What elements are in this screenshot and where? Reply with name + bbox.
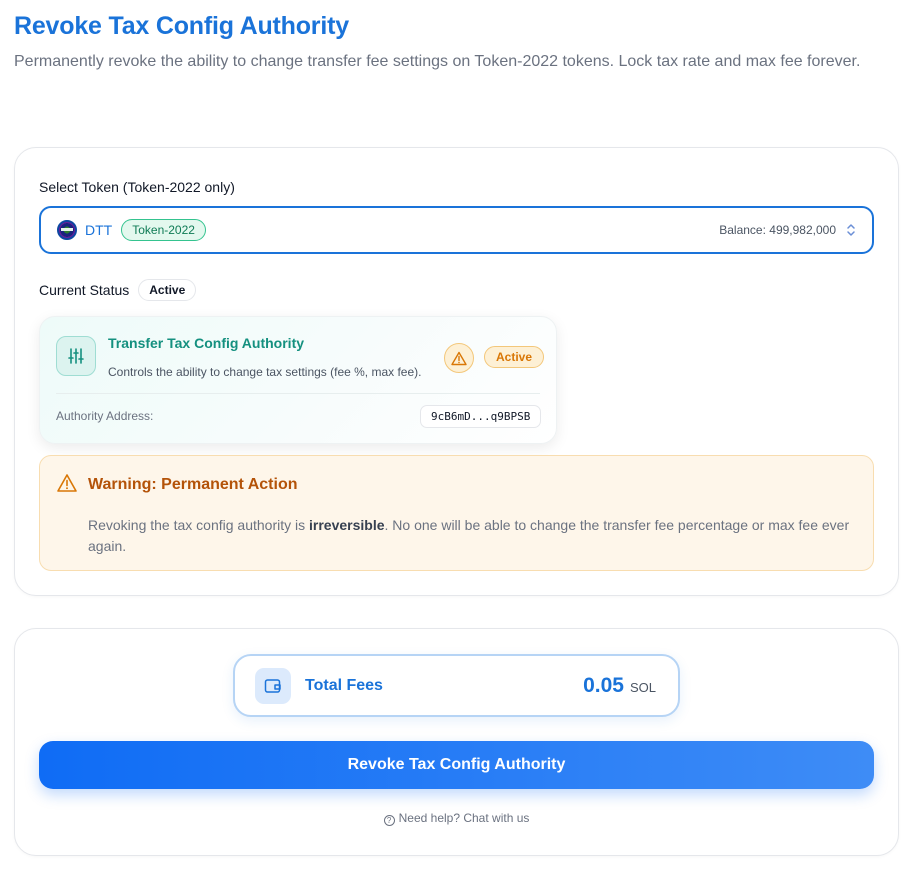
authority-address[interactable]: 9cB6mD...q9BPSB bbox=[420, 405, 542, 428]
total-fees-value: 0.05 bbox=[583, 673, 624, 697]
current-status-row: Current Status Active bbox=[39, 279, 197, 301]
fees-card: Total Fees 0.05 SOL Revoke Tax Config Au… bbox=[14, 628, 899, 856]
total-fees-label: Total Fees bbox=[305, 676, 383, 694]
token-balance: Balance: 499,982,000 bbox=[719, 223, 836, 237]
chevron-up-down-icon bbox=[846, 223, 856, 237]
help-link-label: Need help? Chat with us bbox=[398, 811, 530, 825]
warning-triangle-icon bbox=[444, 343, 474, 373]
authority-status-badge: Active bbox=[484, 346, 545, 368]
authority-description: Controls the ability to change tax setti… bbox=[108, 365, 422, 379]
authority-address-label: Authority Address: bbox=[56, 409, 154, 423]
page-subtitle: Permanently revoke the ability to change… bbox=[14, 53, 861, 70]
page-title: Revoke Tax Config Authority bbox=[14, 12, 349, 40]
sliders-icon bbox=[56, 336, 96, 376]
select-token-label: Select Token (Token-2022 only) bbox=[39, 179, 235, 195]
revoke-button[interactable]: Revoke Tax Config Authority bbox=[39, 741, 874, 789]
permanent-action-warning: Warning: Permanent Action Revoking the t… bbox=[39, 455, 874, 571]
token-program-badge: Token-2022 bbox=[121, 219, 206, 241]
current-status-label: Current Status bbox=[39, 282, 130, 298]
warning-triangle-icon bbox=[56, 473, 78, 498]
warning-text: Revoking the tax config authority is irr… bbox=[88, 517, 850, 554]
revoke-form-card: Select Token (Token-2022 only) DTT Token… bbox=[14, 147, 899, 596]
current-status-badge: Active bbox=[138, 279, 197, 301]
token-symbol: DTT bbox=[85, 222, 113, 238]
warning-title: Warning: Permanent Action bbox=[88, 476, 298, 493]
authority-card: Transfer Tax Config Authority Controls t… bbox=[39, 316, 557, 444]
token-select[interactable]: DTT Token-2022 Balance: 499,982,000 bbox=[39, 206, 874, 254]
total-fees-unit: SOL bbox=[629, 680, 656, 695]
divider bbox=[56, 393, 540, 394]
help-circle-icon: ? bbox=[383, 815, 395, 826]
help-link[interactable]: ? Need help? Chat with us bbox=[15, 811, 898, 826]
warning-emphasis: irreversible bbox=[309, 517, 385, 533]
total-fees-box: Total Fees 0.05 SOL bbox=[233, 654, 680, 717]
authority-title: Transfer Tax Config Authority bbox=[108, 335, 305, 351]
token-logo-icon bbox=[57, 220, 77, 240]
wallet-icon bbox=[255, 667, 291, 704]
